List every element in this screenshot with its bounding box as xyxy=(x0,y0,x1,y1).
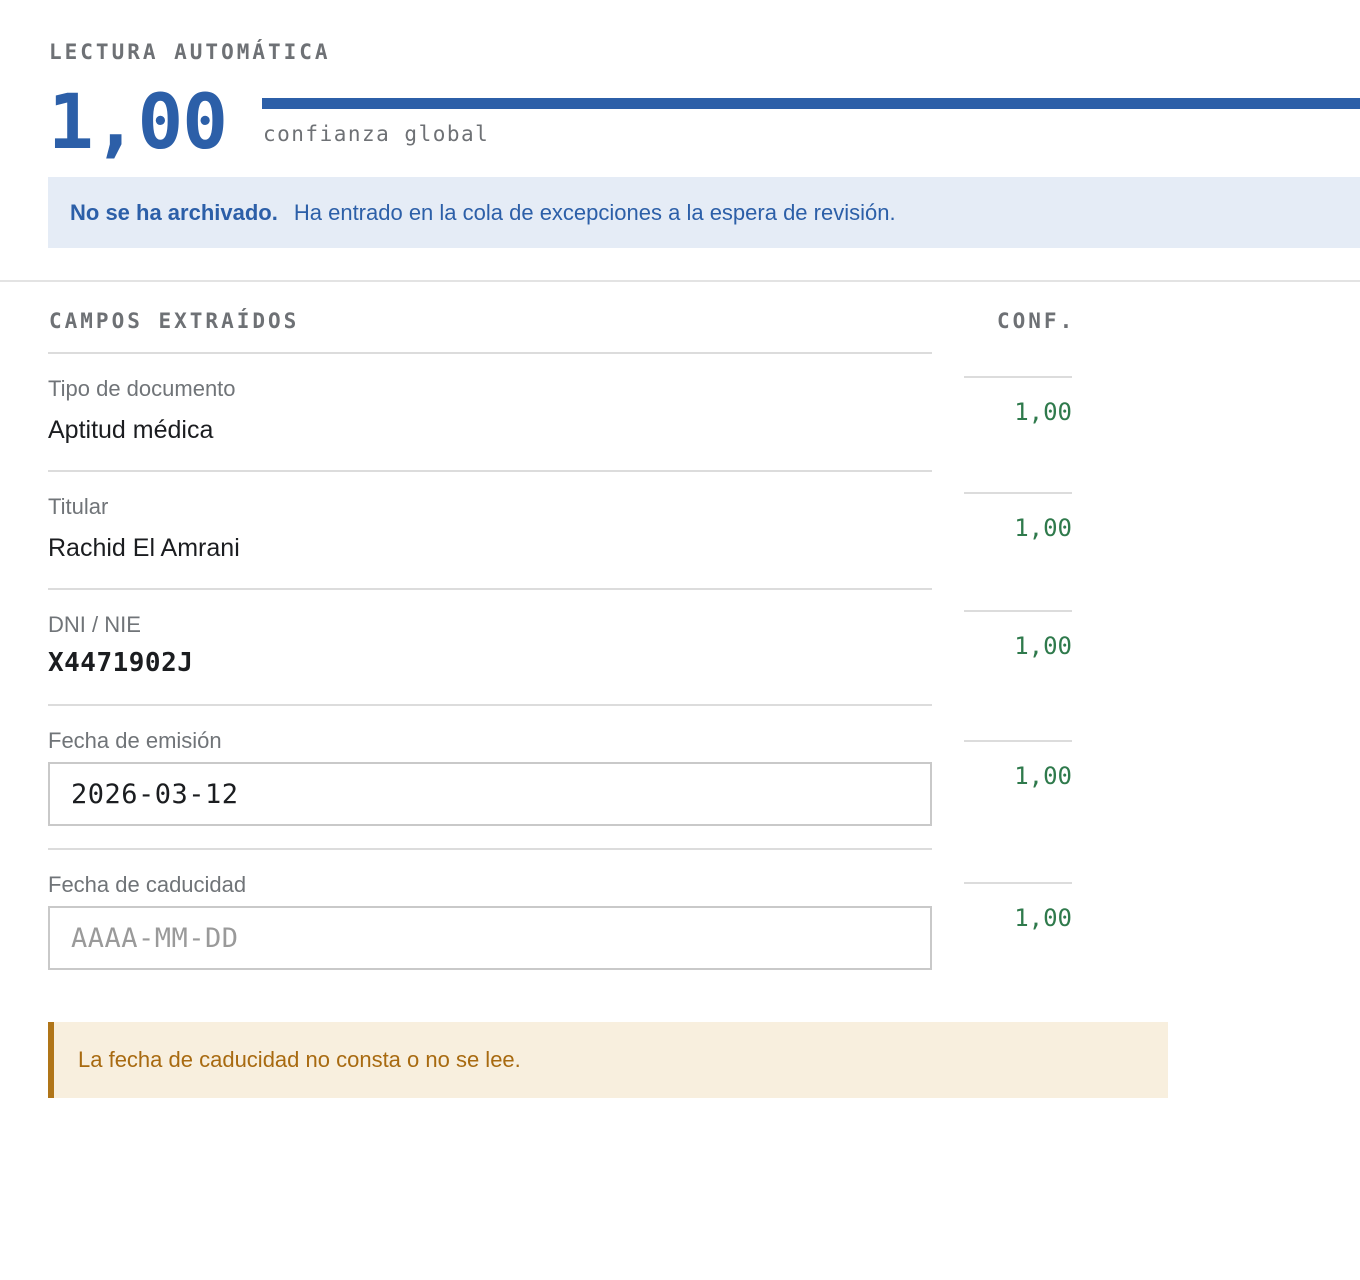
warning-text: La fecha de caducidad no consta o no se … xyxy=(78,1047,521,1072)
field-label: Tipo de documento xyxy=(48,376,236,401)
status-notice: No se ha archivado. Ha entrado en la col… xyxy=(48,177,1360,248)
confidence-cell: 1,00 xyxy=(964,376,1072,426)
confidence-value: 1,00 xyxy=(1014,632,1072,660)
issue-date-input[interactable] xyxy=(48,762,932,826)
warning-callout: La fecha de caducidad no consta o no se … xyxy=(48,1022,1168,1098)
confidence-bar xyxy=(262,98,1360,109)
field-value: X4471902J xyxy=(48,648,194,678)
field-label: Fecha de caducidad xyxy=(48,872,247,897)
field-label: DNI / NIE xyxy=(48,612,141,637)
confidence-cell: 1,00 xyxy=(964,492,1072,542)
confidence-value: 1,00 xyxy=(1014,398,1072,426)
expiry-date-input[interactable] xyxy=(48,906,932,970)
fields-column-header: CAMPOS EXTRAÍDOS xyxy=(49,309,300,333)
field-value: Aptitud médica xyxy=(48,416,214,444)
notice-text: Ha entrado en la cola de excepciones a l… xyxy=(293,199,896,225)
confidence-bar-fill xyxy=(262,98,1360,109)
confidence-caption: confianza global xyxy=(263,122,490,146)
notice-title: No se ha archivado. xyxy=(70,199,278,225)
confidence-value: 1,00 xyxy=(1014,762,1072,790)
field-issue-date: Fecha de emisión xyxy=(48,704,932,848)
confidence-column-header: CONF. xyxy=(997,309,1076,333)
confidence-value: 1,00 xyxy=(1014,904,1072,932)
confidence-cell: 1,00 xyxy=(964,740,1072,790)
confidence-cell: 1,00 xyxy=(964,882,1072,932)
field-holder: Titular Rachid El Amrani xyxy=(48,470,932,588)
section-eyebrow: LECTURA AUTOMÁTICA xyxy=(49,40,331,64)
overall-confidence-value: 1,00 xyxy=(48,77,228,166)
confidence-value: 1,00 xyxy=(1014,514,1072,542)
section-divider xyxy=(0,280,1360,282)
confidence-cell: 1,00 xyxy=(964,610,1072,660)
field-label: Fecha de emisión xyxy=(48,728,222,753)
field-document-type: Tipo de documento Aptitud médica xyxy=(48,352,932,470)
field-label: Titular xyxy=(48,494,109,519)
field-expiry-date: Fecha de caducidad xyxy=(48,848,932,972)
field-id-number: DNI / NIE X4471902J xyxy=(48,588,932,704)
field-value: Rachid El Amrani xyxy=(48,534,240,562)
